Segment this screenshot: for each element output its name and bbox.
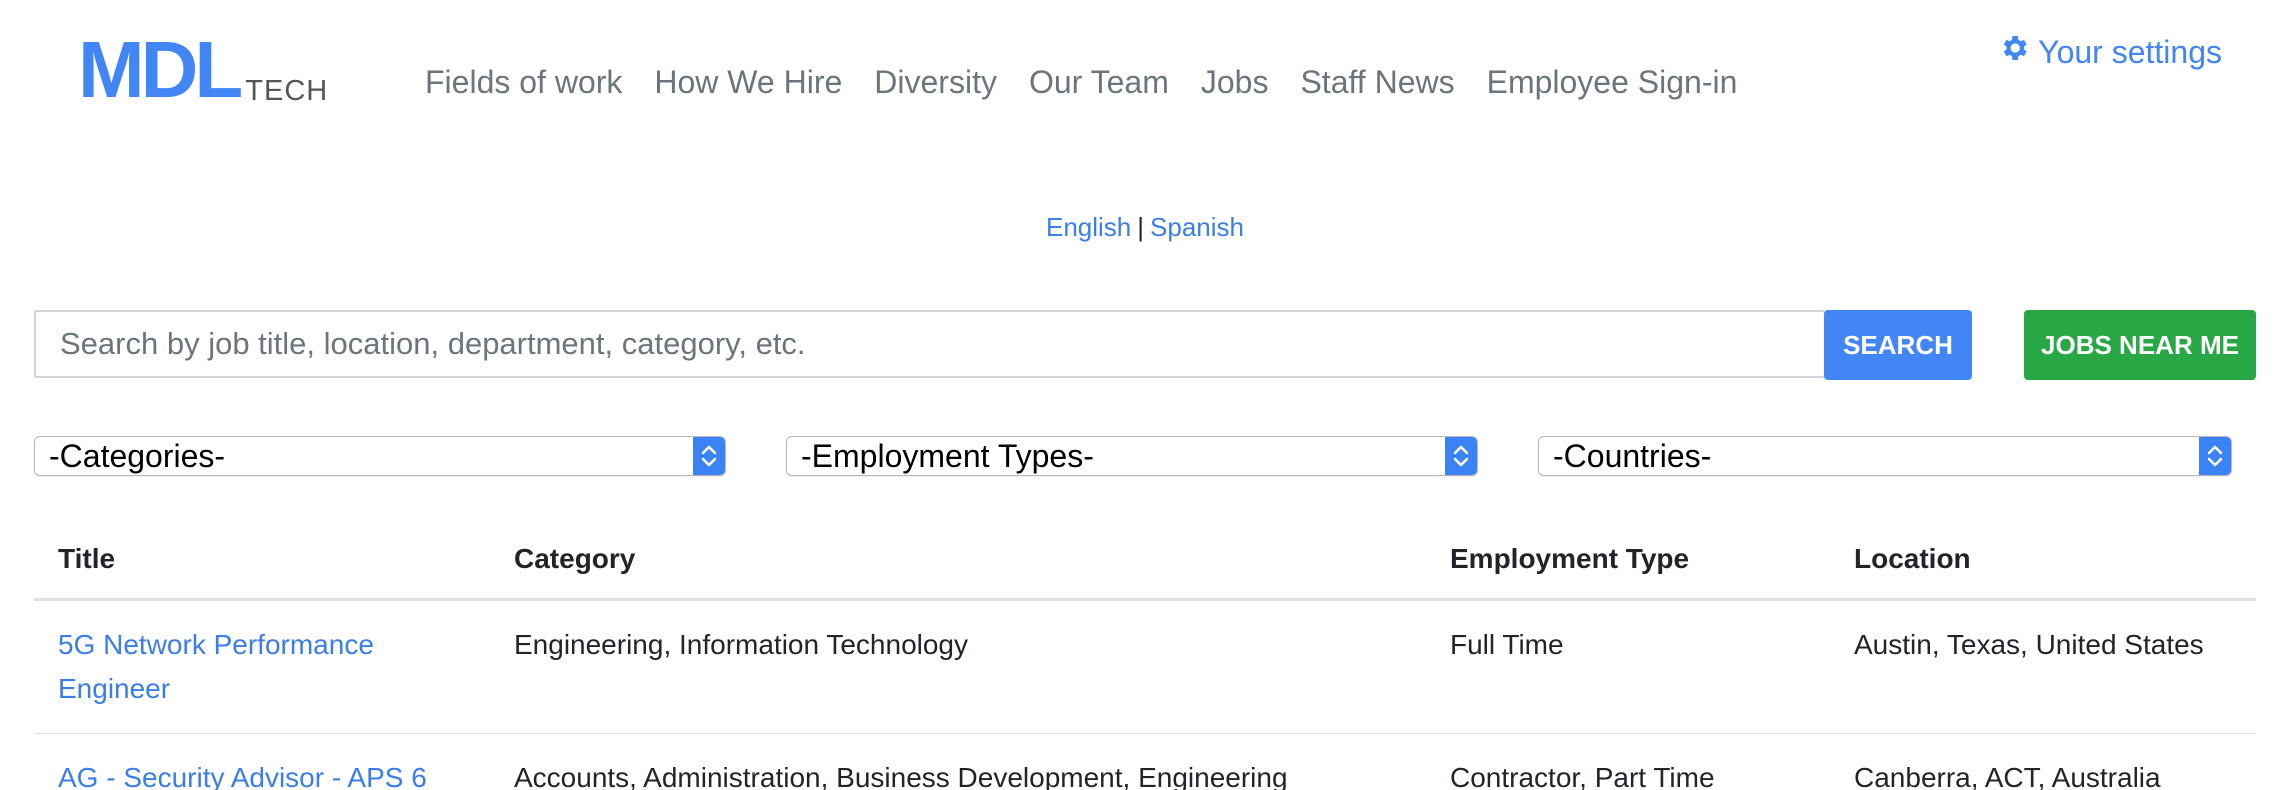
nav-item-our-team[interactable]: Our Team xyxy=(1029,64,1169,101)
nav-item-jobs[interactable]: Jobs xyxy=(1201,64,1269,101)
select-arrows-icon xyxy=(2199,437,2231,475)
brand-logo[interactable]: MDL TECH xyxy=(78,30,328,110)
countries-select[interactable]: -Countries- xyxy=(1538,436,2232,476)
nav-item-staff-news[interactable]: Staff News xyxy=(1300,64,1454,101)
job-category: Engineering, Information Technology xyxy=(514,629,969,660)
table-row: AG - Security Advisor - APS 6 Accounts, … xyxy=(34,734,2256,790)
nav-item-diversity[interactable]: Diversity xyxy=(874,64,997,101)
employment-types-select[interactable]: -Employment Types- xyxy=(786,436,1478,476)
job-title-text[interactable]: AG - Security Advisor - APS 6 xyxy=(58,762,427,790)
column-header-title[interactable]: Title xyxy=(34,543,514,575)
nav-item-fields-of-work[interactable]: Fields of work xyxy=(425,64,622,101)
settings-link[interactable]: Your settings xyxy=(1998,32,2222,72)
nav-item-employee-sign-in[interactable]: Employee Sign-in xyxy=(1487,64,1738,101)
page: MDL TECH Fields of work How We Hire Dive… xyxy=(0,0,2290,790)
categories-select-value: -Categories- xyxy=(49,438,226,474)
select-arrows-icon xyxy=(693,437,725,475)
job-location: Austin, Texas, United States xyxy=(1854,629,2204,660)
job-category: Accounts, Administration, Business Devel… xyxy=(514,762,1288,790)
logo-mark: MDL xyxy=(78,25,243,114)
job-title-link[interactable]: 5G Network Performance Engineer xyxy=(34,601,514,733)
nav-item-how-we-hire[interactable]: How We Hire xyxy=(654,64,842,101)
settings-label: Your settings xyxy=(2038,33,2222,70)
search-bar: SEARCH xyxy=(34,310,1972,380)
employment-types-select-value: -Employment Types- xyxy=(801,438,1094,474)
jobs-near-me-button[interactable]: JOBS NEAR ME xyxy=(2024,310,2256,380)
language-switcher: English | Spanish xyxy=(0,212,2290,243)
language-spanish-link[interactable]: Spanish xyxy=(1150,212,1244,242)
job-employment-type: Full Time xyxy=(1450,629,1564,660)
gear-icon xyxy=(1998,32,2038,72)
job-title-text[interactable]: 5G Network Performance Engineer xyxy=(58,629,374,704)
job-employment-type: Contractor, Part Time xyxy=(1450,762,1715,790)
column-header-location[interactable]: Location xyxy=(1854,543,2256,575)
countries-select-value: -Countries- xyxy=(1553,438,1712,474)
table-header: Title Category Employment Type Location xyxy=(34,520,2256,601)
main-nav: Fields of work How We Hire Diversity Our… xyxy=(425,64,1769,101)
logo-sub: TECH xyxy=(245,75,329,107)
column-header-category[interactable]: Category xyxy=(514,543,1450,575)
table-row: 5G Network Performance Engineer Engineer… xyxy=(34,601,2256,734)
jobs-table: Title Category Employment Type Location … xyxy=(34,520,2256,790)
select-arrows-icon xyxy=(1445,437,1477,475)
categories-select[interactable]: -Categories- xyxy=(34,436,726,476)
column-header-employment-type[interactable]: Employment Type xyxy=(1450,543,1854,575)
search-button[interactable]: SEARCH xyxy=(1824,310,1972,380)
job-location: Canberra, ACT, Australia xyxy=(1854,762,2161,790)
language-english-link[interactable]: English xyxy=(1046,212,1131,242)
search-input[interactable] xyxy=(34,310,1824,378)
language-separator: | xyxy=(1137,212,1145,242)
job-title-link[interactable]: AG - Security Advisor - APS 6 xyxy=(34,734,514,790)
